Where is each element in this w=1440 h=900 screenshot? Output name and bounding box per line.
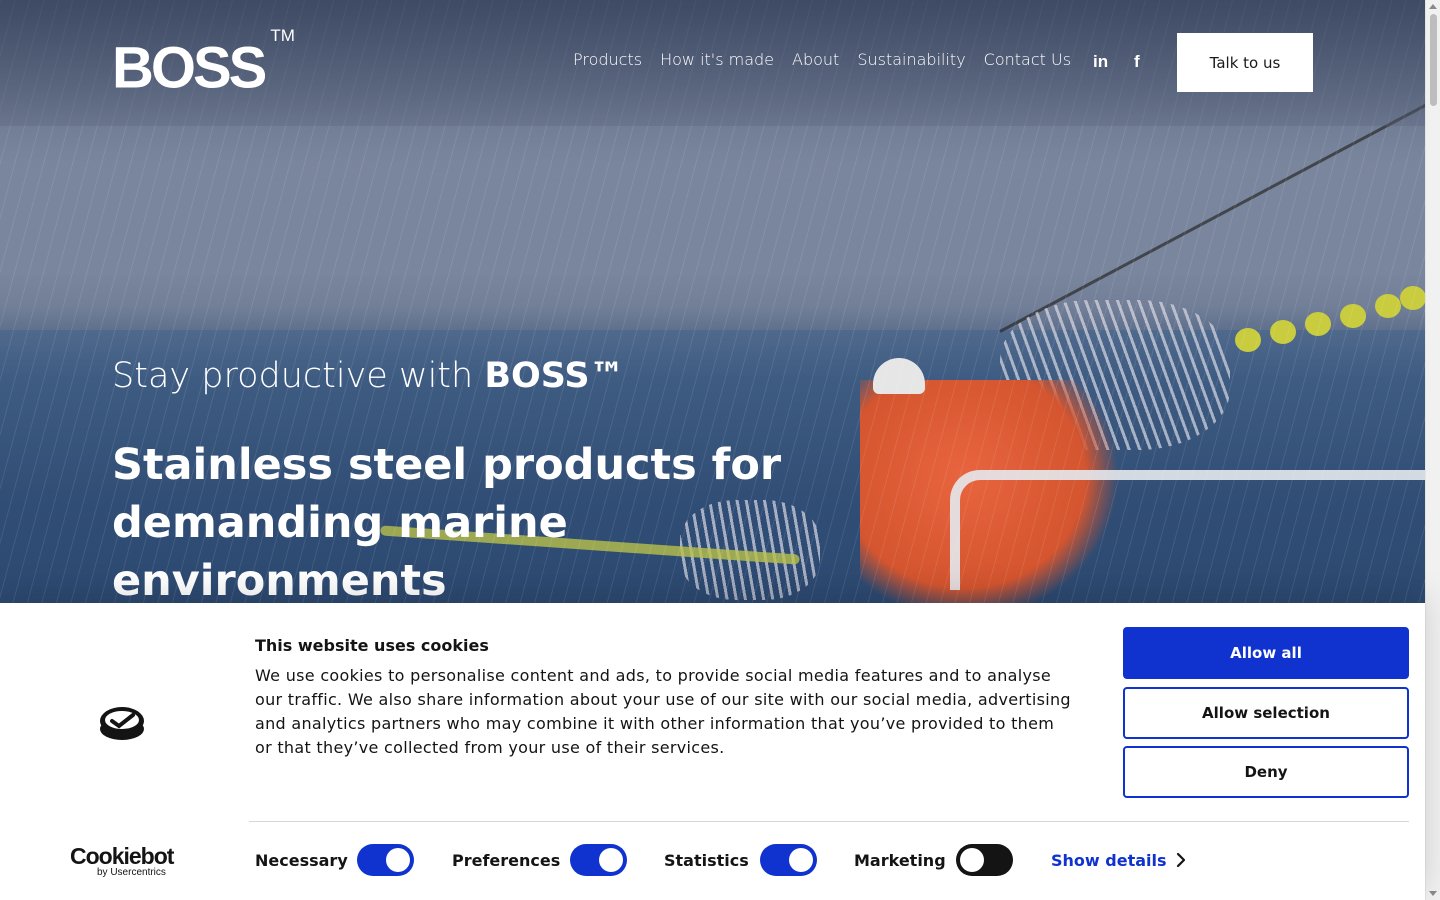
toggle-knob (386, 848, 410, 872)
statistics-label: Statistics (664, 851, 749, 870)
logo-text: BOSS (112, 35, 267, 101)
statistics-toggle[interactable] (760, 844, 817, 876)
marketing-toggle[interactable] (956, 844, 1013, 876)
scroll-thumb[interactable] (1430, 14, 1437, 106)
consent-categories: Necessary Preferences Statistics Marketi… (255, 843, 1255, 877)
necessary-label: Necessary (255, 851, 348, 870)
linkedin-glyph: in (1093, 52, 1109, 71)
tagline-prefix: Stay productive with (112, 356, 485, 396)
facebook-icon[interactable]: f (1134, 52, 1140, 72)
cookie-title: This website uses cookies (255, 636, 489, 655)
talk-to-us-button[interactable]: Talk to us (1177, 33, 1313, 92)
main-nav: Products How it's made About Sustainabil… (573, 50, 1089, 69)
brand-logo[interactable]: BOSS TM (112, 26, 295, 101)
toggle-knob (960, 848, 984, 872)
preferences-toggle[interactable] (570, 844, 627, 876)
cookiebot-brand-sub: by Usercentrics (97, 867, 166, 878)
facebook-glyph: f (1134, 52, 1140, 71)
hero-headline: Stainless steel products for demanding m… (112, 440, 782, 606)
nav-how-its-made[interactable]: How it's made (660, 50, 774, 69)
cookie-description: We use cookies to personalise content an… (255, 666, 1071, 757)
hero-tagline: Stay productive with BOSS™ (112, 356, 625, 396)
nav-products[interactable]: Products (573, 50, 642, 69)
preferences-label: Preferences (452, 851, 561, 870)
chevron-right-icon[interactable] (1175, 850, 1187, 870)
scroll-up-arrow-icon[interactable] (1429, 4, 1437, 9)
cookie-consent-banner: Cookiebot by Usercentrics This website u… (0, 603, 1425, 900)
show-details-link[interactable]: Show details (1051, 851, 1167, 870)
toggle-knob (599, 848, 623, 872)
necessary-toggle[interactable] (357, 844, 414, 876)
nav-contact-us[interactable]: Contact Us (984, 50, 1071, 69)
nav-about[interactable]: About (792, 50, 839, 69)
scroll-down-arrow-icon[interactable] (1429, 891, 1437, 896)
cookiebot-brand: Cookiebot (70, 843, 174, 869)
toggle-knob (789, 848, 813, 872)
page-scrollbar[interactable] (1425, 0, 1440, 900)
allow-selection-button[interactable]: Allow selection (1123, 687, 1409, 739)
logo-trademark: TM (270, 26, 295, 45)
linkedin-icon[interactable]: in (1093, 52, 1108, 72)
nav-sustainability[interactable]: Sustainability (857, 50, 965, 69)
deny-button[interactable]: Deny (1123, 746, 1409, 798)
cookie-divider (249, 821, 1409, 822)
allow-all-button[interactable]: Allow all (1123, 627, 1409, 679)
marketing-label: Marketing (854, 851, 946, 870)
cookiebot-logo-icon (100, 707, 144, 740)
tagline-brand: BOSS™ (484, 356, 625, 396)
